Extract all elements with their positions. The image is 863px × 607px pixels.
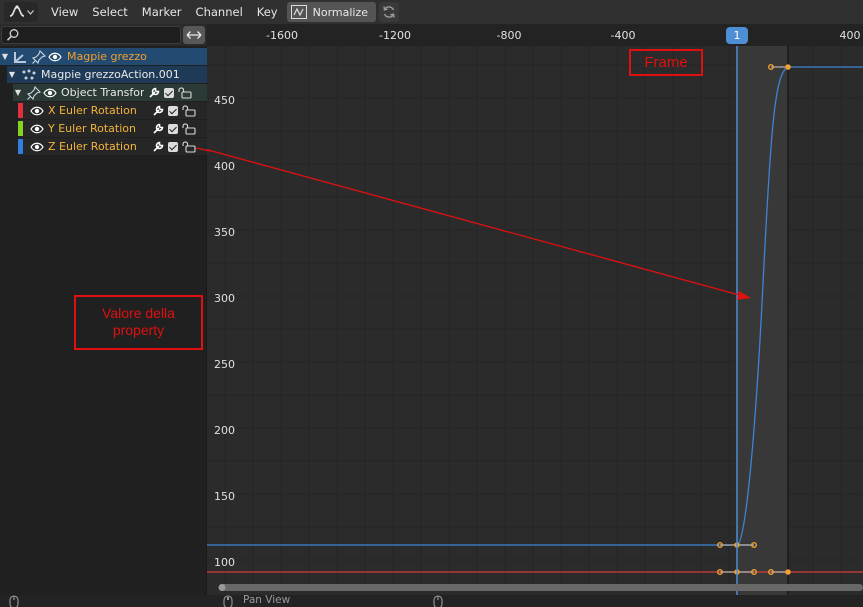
- unlock-icon[interactable]: [182, 140, 196, 153]
- action-icon: [22, 69, 36, 79]
- x-tick-label: -1200: [379, 29, 411, 42]
- status-bar: Pan View: [0, 594, 863, 607]
- eye-icon[interactable]: [30, 123, 44, 135]
- eye-icon[interactable]: [30, 105, 44, 117]
- wrench-icon[interactable]: [148, 87, 160, 99]
- unlock-icon[interactable]: [178, 86, 192, 99]
- fcurve-color-swatch: [18, 121, 23, 136]
- fcurve-color-swatch: [18, 103, 23, 118]
- x-tick-label: -1600: [266, 29, 298, 42]
- wrench-icon[interactable]: [152, 141, 164, 153]
- normalize-toggle[interactable]: Normalize: [286, 2, 377, 22]
- mute-checkbox[interactable]: [168, 141, 178, 152]
- mouse-right-icon: [433, 595, 443, 607]
- fcurve-label: X Euler Rotation: [48, 104, 137, 117]
- channel-group-label: Object Transforms: [61, 86, 144, 99]
- x-tick-label: 400: [840, 29, 861, 42]
- y-tick-label: 450: [214, 94, 235, 107]
- channel-action-row[interactable]: ▼ Magpie grezzoAction.001: [7, 66, 207, 83]
- mute-checkbox[interactable]: [168, 105, 178, 116]
- channel-search-row: [0, 24, 207, 46]
- eye-icon[interactable]: [48, 51, 62, 63]
- wrench-icon[interactable]: [152, 105, 164, 117]
- graph-region[interactable]: 450 400 350 300 250 200 150 100 -1600 -1…: [207, 24, 863, 595]
- expand-triangle-icon[interactable]: ▼: [0, 52, 10, 61]
- x-tick-label: -800: [497, 29, 522, 42]
- refresh-button[interactable]: [379, 2, 400, 22]
- expand-triangle-icon[interactable]: ▼: [7, 70, 17, 79]
- menu-view[interactable]: View: [44, 5, 85, 19]
- header-bar: View Select Marker Channel Key Normalize: [0, 0, 863, 24]
- fcurve-color-swatch: [18, 139, 23, 154]
- search-icon: [6, 29, 19, 41]
- timeline-ruler[interactable]: [207, 24, 863, 46]
- fcurve-label: Z Euler Rotation: [48, 140, 137, 153]
- channel-search-input[interactable]: [1, 26, 181, 44]
- y-tick-label: 350: [214, 226, 235, 239]
- mouse-middle-icon: [223, 595, 233, 607]
- fcurve-row-x[interactable]: X Euler Rotation: [18, 102, 207, 119]
- y-tick-label: 200: [214, 424, 235, 437]
- mouse-icon: [9, 595, 19, 607]
- channel-action-label: Magpie grezzoAction.001: [41, 68, 180, 81]
- fcurve-row-y[interactable]: Y Euler Rotation: [18, 120, 207, 137]
- fcurve-label: Y Euler Rotation: [48, 122, 136, 135]
- expand-triangle-icon[interactable]: ▼: [13, 88, 23, 97]
- graph-editor-icon: [9, 5, 24, 17]
- y-tick-label: 100: [214, 556, 235, 569]
- unlock-icon[interactable]: [182, 104, 196, 117]
- normalize-label: Normalize: [312, 5, 369, 19]
- eye-icon[interactable]: [43, 87, 57, 99]
- armature-icon: [14, 51, 26, 63]
- menu-marker[interactable]: Marker: [135, 5, 189, 19]
- refresh-icon: [383, 6, 395, 18]
- annotation-value-box: Valore della property: [74, 295, 203, 350]
- graph-canvas[interactable]: 450 400 350 300 250 200 150 100 -1600 -1…: [207, 24, 863, 595]
- editor-type-button[interactable]: [4, 2, 38, 22]
- y-tick-label: 300: [214, 292, 235, 305]
- channel-group-row[interactable]: ▼ Object Transforms: [13, 84, 207, 101]
- pin-icon[interactable]: [32, 49, 46, 64]
- unlock-icon[interactable]: [182, 122, 196, 135]
- pin-icon[interactable]: [27, 85, 41, 100]
- menu-select[interactable]: Select: [85, 5, 134, 19]
- channel-object-label: Magpie grezzo: [67, 50, 147, 63]
- expand-collapse-button[interactable]: [183, 26, 205, 44]
- horizontal-scrollbar[interactable]: [219, 584, 863, 591]
- menu-channel[interactable]: Channel: [189, 5, 250, 19]
- mute-checkbox[interactable]: [164, 87, 174, 98]
- playhead-frame-label: 1: [734, 29, 741, 42]
- channel-object-row[interactable]: ▼ Magpie grezzo: [0, 48, 207, 65]
- annotation-arrow-start: [196, 147, 210, 152]
- status-text: Pan View: [243, 594, 291, 606]
- scrollbar-handle[interactable]: [218, 584, 226, 591]
- y-tick-label: 150: [214, 490, 235, 503]
- frame-range-highlight: [737, 46, 788, 595]
- keyframe-point[interactable]: [785, 64, 791, 70]
- mute-checkbox[interactable]: [168, 123, 178, 134]
- y-tick-label: 250: [214, 358, 235, 371]
- chevron-down-icon: [26, 9, 34, 15]
- menu-key[interactable]: Key: [250, 5, 285, 19]
- annotation-arrow-line: [207, 149, 744, 297]
- wrench-icon[interactable]: [152, 123, 164, 135]
- y-tick-label: 400: [214, 160, 235, 173]
- normalize-curve-icon: [290, 5, 307, 19]
- keyframe-point[interactable]: [785, 569, 791, 575]
- x-tick-label: -400: [611, 29, 636, 42]
- annotation-frame-box: Frame: [629, 49, 703, 76]
- eye-icon[interactable]: [30, 141, 44, 153]
- fcurve-row-z[interactable]: Z Euler Rotation: [18, 138, 207, 155]
- double-arrow-icon: [186, 31, 202, 39]
